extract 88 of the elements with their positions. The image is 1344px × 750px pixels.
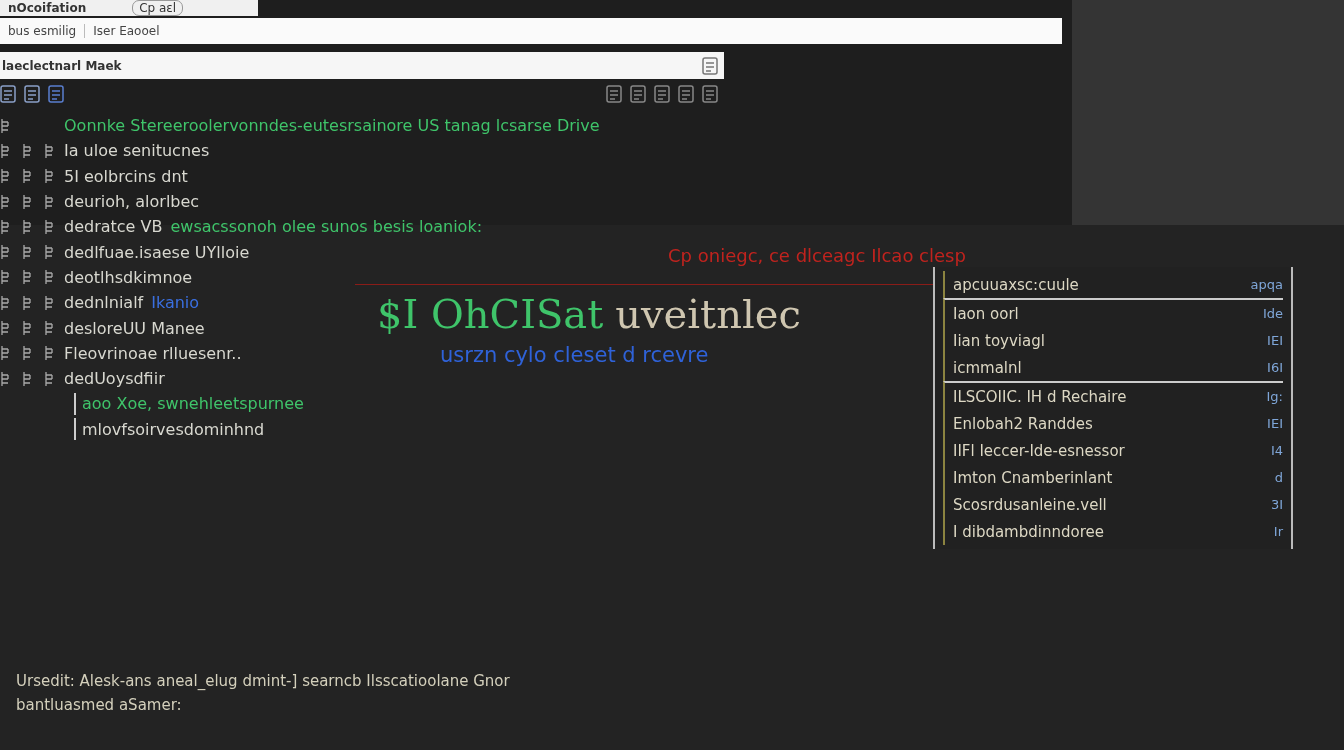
diagram-label: Imton Cnamberinlant — [953, 468, 1113, 487]
diagram-label: apcuuaxsc:cuule — [953, 275, 1079, 294]
terminal-text: dedlfuae.isaese UYlloie — [64, 242, 250, 262]
terminal-text: dedratce VB — [64, 217, 163, 237]
terminal-text: Ikanio — [151, 293, 200, 313]
document-icon[interactable] — [678, 85, 694, 103]
footer-text: bantluasmed aSamer: — [16, 696, 183, 714]
subtitle: usrzn cylo cleset d rcevre — [439, 343, 710, 367]
gutter-icon — [22, 320, 32, 336]
diagram-tag: I6I — [1261, 360, 1283, 375]
gutter-icon — [0, 320, 10, 336]
terminal-text: desloreUU Manee — [64, 318, 205, 338]
tab[interactable]: nOcoifation — [2, 1, 93, 15]
diagram-tag: IEI — [1261, 416, 1283, 431]
gutter-icon — [0, 168, 10, 185]
gutter-icon — [44, 370, 54, 387]
location-bar[interactable]: laeclectnarl Maek — [0, 52, 724, 79]
gutter-icon — [0, 345, 10, 362]
gutter-icon — [22, 370, 32, 387]
heading: Cp oniegc, ce dlceagc Ilcao clesp — [667, 245, 967, 266]
terminal-text: dednlnialf — [64, 293, 144, 313]
gutter-icon — [22, 193, 32, 210]
location-text: laeclectnarl Maek — [2, 58, 122, 73]
gutter-icon — [0, 269, 10, 286]
diagram-tag: Ide — [1256, 306, 1283, 321]
gutter-icon — [44, 193, 54, 210]
gutter-icon — [22, 269, 32, 286]
diagram-tag: Ir — [1267, 524, 1283, 539]
document-icon[interactable] — [654, 85, 670, 103]
gutter-icon — [44, 269, 54, 286]
diagram-label: icmmalnl — [953, 358, 1022, 377]
terminal-text: deurioh, alorlbec — [64, 192, 200, 212]
gutter-icon — [44, 244, 54, 261]
diagram-tag: IEI — [1261, 333, 1283, 348]
gutter-icon — [0, 218, 10, 235]
gutter-icon — [22, 142, 32, 159]
gutter-icon — [22, 244, 32, 261]
document-icon[interactable] — [702, 85, 718, 103]
gutter-icon — [44, 345, 54, 362]
diagram-tag: I4 — [1264, 443, 1283, 458]
gutter-icon — [44, 320, 54, 336]
terminal-text: deotlhsdkimnoe — [64, 267, 193, 287]
terminal-text: aoo Xoe, swnehleetspurnee — [82, 394, 304, 414]
footer-text: Ursedit: Alesk-ans aneal_elug dmint-] searncb Ilsscatioolane Gnor — [16, 672, 511, 690]
diagram-label: Iaon oorl — [953, 304, 1019, 323]
diagram-tag: 3I — [1264, 497, 1283, 512]
terminal-text: 5I eolbrcins dnt — [64, 166, 188, 186]
terminal-text: Ia uloe senitucnes — [64, 141, 210, 161]
gutter-icon — [0, 142, 10, 159]
diagram-tag: Ig: — [1260, 389, 1283, 404]
gutter-icon — [0, 117, 10, 134]
diagram-tag: apqa — [1244, 277, 1283, 292]
address-segment[interactable]: bus esmilig — [0, 24, 86, 38]
diagram-label: IIFl Ieccer-Ide-esnessor — [953, 441, 1125, 460]
gutter-icon — [44, 142, 54, 159]
gutter-icon — [22, 218, 32, 235]
gutter-icon — [44, 168, 54, 185]
gutter-icon — [44, 218, 54, 235]
terminal-text: Fleovrinoae rlluesenr.. — [64, 343, 242, 363]
diagram-label: I dibdambdinndoree — [953, 522, 1104, 541]
title-text: uveitnlec — [615, 291, 801, 337]
gutter-icon — [22, 345, 32, 362]
window-icon[interactable] — [702, 56, 718, 75]
address-bar[interactable]: bus esmilig Iser Eaooel — [0, 18, 1062, 44]
terminal-text: dedUoysdfiir — [64, 369, 165, 389]
terminal-text: mlovfsoirvesdominhnd — [82, 419, 265, 439]
gutter-icon — [0, 370, 10, 387]
diagram-label: ILSCOIIC. IH d Rechaire — [953, 387, 1127, 406]
gutter-icon — [22, 294, 32, 311]
diagram-label: Scosrdusanleine.vell — [953, 495, 1107, 514]
address-segment[interactable]: Iser Eaooel — [85, 24, 168, 38]
document-icon[interactable] — [630, 85, 646, 103]
document-icon[interactable] — [606, 85, 622, 103]
tab[interactable]: Cp aɛl — [132, 0, 184, 16]
gutter-icon — [22, 168, 32, 185]
diagram-label: Iian toyviagl — [953, 331, 1045, 350]
document-icon[interactable] — [0, 85, 16, 103]
diagram-label: Enlobah2 Randdes — [953, 414, 1093, 433]
gutter-icon — [0, 244, 10, 261]
document-icon[interactable] — [48, 85, 64, 103]
document-icon[interactable] — [24, 85, 40, 103]
terminal-text: ewsacssonoh olee sunos besis loaniok: — [170, 217, 483, 237]
gutter-icon — [44, 294, 54, 311]
gutter-icon — [0, 193, 10, 210]
terminal-text: Oonnke Stereeroolervonndes-eutesrsainore US tanag lcsarse Drive — [64, 116, 600, 136]
gutter-icon — [0, 294, 10, 311]
diagram-tag: d — [1268, 470, 1283, 485]
title-text: $I OhCISat — [377, 291, 604, 337]
